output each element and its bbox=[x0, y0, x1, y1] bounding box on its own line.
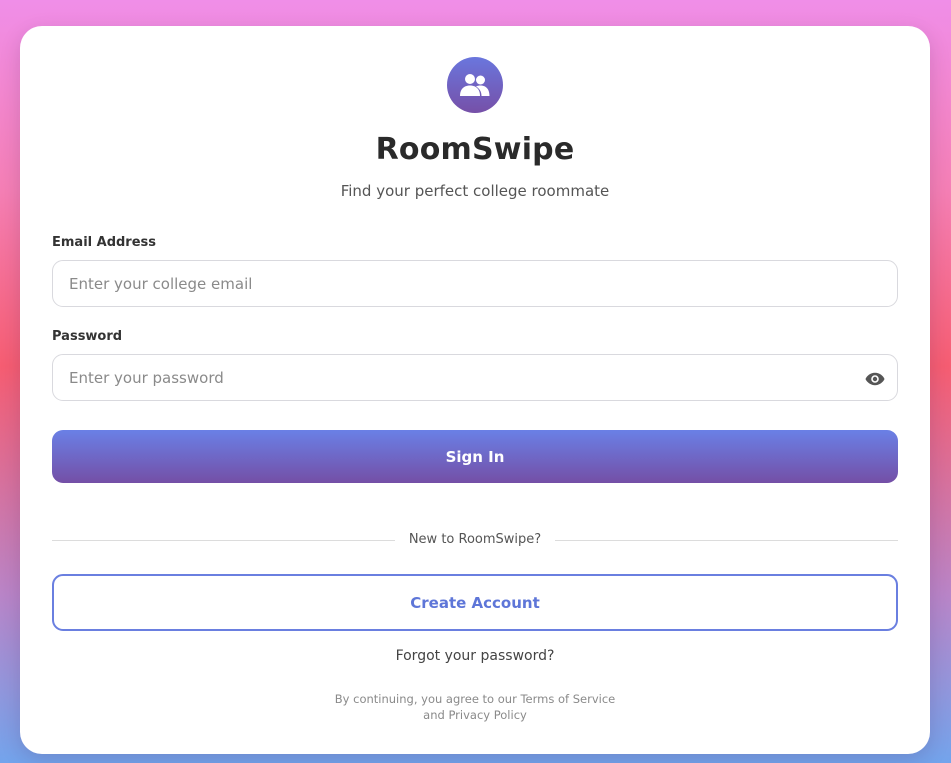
divider-text: New to RoomSwipe? bbox=[408, 532, 542, 547]
password-field[interactable] bbox=[52, 354, 898, 401]
terms-line-1: By continuing, you agree to our Terms of… bbox=[334, 692, 616, 706]
eye-icon[interactable] bbox=[864, 368, 886, 390]
users-icon bbox=[459, 72, 491, 98]
create-account-button[interactable]: Create Account bbox=[52, 574, 898, 631]
app-subtitle: Find your perfect college roommate bbox=[340, 182, 610, 200]
terms-notice: By continuing, you agree to our Terms of… bbox=[20, 691, 930, 723]
email-field[interactable] bbox=[52, 260, 898, 307]
forgot-password-link[interactable]: Forgot your password? bbox=[396, 648, 555, 664]
sign-in-button[interactable]: Sign In bbox=[52, 430, 898, 483]
email-label: Email Address bbox=[52, 235, 157, 250]
terms-line-2: and Privacy Policy bbox=[423, 708, 527, 722]
app-logo bbox=[447, 57, 503, 113]
password-label: Password bbox=[52, 329, 123, 344]
app-title: RoomSwipe bbox=[375, 132, 575, 167]
forgot-password-row: Forgot your password? bbox=[20, 648, 930, 664]
login-card: RoomSwipe Find your perfect college room… bbox=[20, 26, 930, 754]
